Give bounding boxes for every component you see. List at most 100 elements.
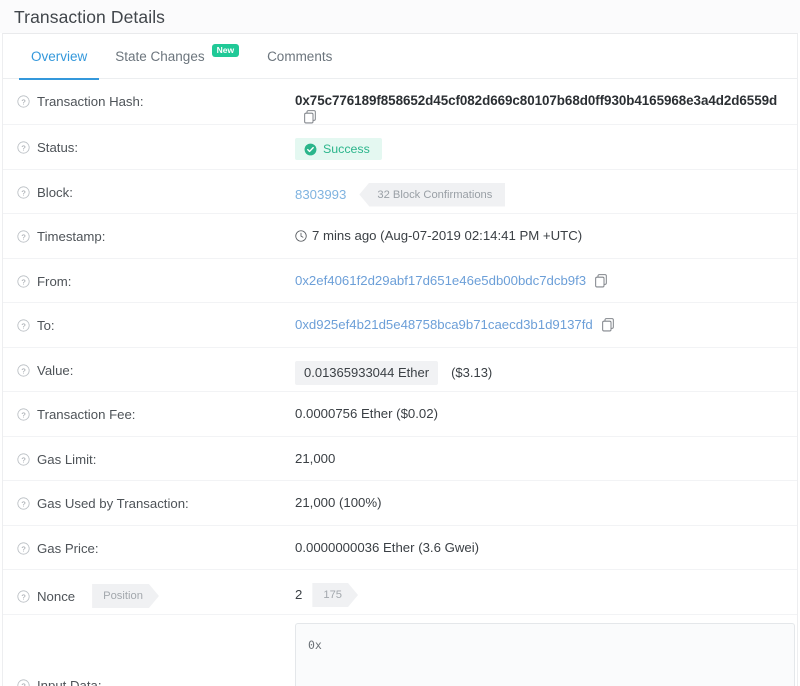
transaction-card: Overview State Changes New Comments ? Tr… bbox=[2, 33, 798, 686]
from-address-link[interactable]: 0x2ef4061f2d29abf17d651e46e5db00bdc7dcb9… bbox=[295, 272, 586, 290]
row-gas-used-value-group: 21,000 (100%) bbox=[295, 481, 797, 512]
block-number-link[interactable]: 8303993 bbox=[295, 186, 346, 204]
row-timestamp: ? Timestamp: 7 mins ago (Aug-07-2019 02:… bbox=[3, 214, 797, 259]
row-value: ? Value: 0.01365933044 Ether ($3.13) bbox=[3, 348, 797, 392]
tab-state-changes[interactable]: State Changes New bbox=[101, 34, 253, 79]
svg-text:?: ? bbox=[21, 232, 25, 241]
row-transaction-hash-value-group: 0x75c776189f858652d45cf082d669c80107b68d… bbox=[295, 79, 797, 124]
row-timestamp-value-group: 7 mins ago (Aug-07-2019 02:14:41 PM +UTC… bbox=[295, 214, 797, 245]
to-address-link[interactable]: 0xd925ef4b21d5e48758bca9b71caecd3b1d9137… bbox=[295, 316, 593, 334]
row-transaction-fee: ? Transaction Fee: 0.0000756 Ether ($0.0… bbox=[3, 392, 797, 437]
question-circle-icon[interactable]: ? bbox=[17, 497, 30, 510]
svg-text:?: ? bbox=[21, 455, 25, 464]
svg-text:?: ? bbox=[21, 321, 25, 330]
row-value-label-group: ? Value: bbox=[17, 348, 295, 379]
row-transaction-hash-label: Transaction Hash: bbox=[37, 94, 144, 109]
gas-used-value: 21,000 (100%) bbox=[295, 495, 382, 510]
svg-text:?: ? bbox=[21, 681, 25, 686]
question-circle-icon[interactable]: ? bbox=[17, 141, 30, 154]
svg-text:?: ? bbox=[21, 592, 25, 601]
question-circle-icon[interactable]: ? bbox=[17, 408, 30, 421]
check-circle-icon bbox=[304, 143, 317, 156]
nonce-position-badge: Position bbox=[92, 584, 159, 608]
svg-text:?: ? bbox=[21, 143, 25, 152]
row-gas-used-label: Gas Used by Transaction: bbox=[37, 496, 189, 511]
input-data-textarea[interactable]: 0x bbox=[295, 622, 795, 686]
page-title: Transaction Details bbox=[14, 7, 166, 27]
svg-text:?: ? bbox=[21, 499, 25, 508]
value-ether-chip: 0.01365933044 Ether bbox=[295, 360, 439, 385]
svg-text:?: ? bbox=[21, 188, 25, 197]
question-circle-icon[interactable]: ? bbox=[17, 185, 30, 199]
status-badge: Success bbox=[295, 138, 382, 160]
row-timestamp-label: Timestamp: bbox=[37, 229, 106, 244]
tab-overview[interactable]: Overview bbox=[17, 34, 101, 80]
page-header: Transaction Details bbox=[0, 0, 800, 33]
row-input-data-label: Input Data: bbox=[37, 678, 102, 686]
question-circle-icon[interactable]: ? bbox=[17, 679, 30, 686]
row-nonce-label-group: ? Nonce Position bbox=[17, 570, 295, 608]
row-transaction-hash: ? Transaction Hash: 0x75c776189f858652d4… bbox=[3, 79, 797, 125]
row-status-label-group: ? Status: bbox=[17, 125, 295, 156]
row-transaction-fee-value-group: 0.0000756 Ether ($0.02) bbox=[295, 392, 797, 423]
new-badge: New bbox=[211, 43, 240, 57]
nonce-value: 2 bbox=[295, 587, 303, 602]
tab-comments[interactable]: Comments bbox=[253, 34, 346, 79]
row-input-data-value-group: 0x bbox=[295, 615, 797, 686]
question-circle-icon[interactable]: ? bbox=[17, 319, 30, 332]
question-circle-icon[interactable]: ? bbox=[17, 274, 30, 288]
row-gas-price-label: Gas Price: bbox=[37, 540, 99, 556]
question-circle-icon[interactable]: ? bbox=[17, 363, 30, 377]
row-from: ? From: 0x2ef4061f2d29abf17d651e46e5db00… bbox=[3, 259, 797, 303]
question-circle-icon[interactable]: ? bbox=[17, 95, 30, 108]
question-circle-icon[interactable]: ? bbox=[17, 452, 30, 466]
question-circle-icon[interactable]: ? bbox=[17, 541, 30, 555]
row-gas-limit-label-group: ? Gas Limit: bbox=[17, 437, 295, 468]
question-circle-icon[interactable]: ? bbox=[17, 589, 30, 603]
tab-bar: Overview State Changes New Comments bbox=[3, 34, 797, 80]
svg-text:?: ? bbox=[21, 544, 25, 553]
gas-price-value: 0.0000000036 Ether (3.6 Gwei) bbox=[295, 539, 480, 555]
gas-limit-value: 21,000 bbox=[295, 450, 336, 466]
row-from-label: From: bbox=[37, 273, 72, 289]
transaction-hash-value: 0x75c776189f858652d45cf082d669c80107b68d… bbox=[295, 93, 778, 108]
row-transaction-fee-label-group: ? Transaction Fee: bbox=[17, 392, 295, 423]
row-input-data-label-group: ? Input Data: bbox=[17, 615, 295, 686]
row-gas-price: ? Gas Price: 0.0000000036 Ether (3.6 Gwe… bbox=[3, 526, 797, 570]
svg-text:?: ? bbox=[21, 277, 25, 286]
copy-icon[interactable] bbox=[304, 110, 317, 124]
clock-icon bbox=[295, 230, 307, 242]
tab-comments-label: Comments bbox=[267, 48, 333, 64]
value-fiat: ($3.13) bbox=[451, 364, 493, 380]
row-gas-used: ? Gas Used by Transaction: 21,000 (100%) bbox=[3, 481, 797, 526]
row-to-value-group: 0xd925ef4b21d5e48758bca9b71caecd3b1d9137… bbox=[295, 303, 797, 334]
row-nonce-value-group: 2 175 bbox=[295, 570, 797, 607]
row-gas-limit: ? Gas Limit: 21,000 bbox=[3, 437, 797, 481]
status-badge-label: Success bbox=[323, 142, 370, 156]
nonce-position-value-badge: 175 bbox=[312, 583, 358, 607]
row-to-label: To: bbox=[37, 318, 55, 333]
svg-text:?: ? bbox=[21, 97, 25, 106]
detail-rows: ? Transaction Hash: 0x75c776189f858652d4… bbox=[3, 79, 797, 686]
row-from-label-group: ? From: bbox=[17, 259, 295, 290]
row-timestamp-label-group: ? Timestamp: bbox=[17, 214, 295, 245]
row-status: ? Status: Success bbox=[3, 125, 797, 170]
row-block-value-group: 8303993 32 Block Confirmations bbox=[295, 170, 797, 207]
svg-text:?: ? bbox=[21, 410, 25, 419]
block-confirmations-badge: 32 Block Confirmations bbox=[359, 182, 506, 207]
row-value-value-group: 0.01365933044 Ether ($3.13) bbox=[295, 348, 797, 385]
copy-icon[interactable] bbox=[595, 273, 608, 288]
row-value-label: Value: bbox=[37, 362, 74, 378]
question-circle-icon[interactable]: ? bbox=[17, 230, 30, 243]
transaction-fee-value: 0.0000756 Ether ($0.02) bbox=[295, 406, 438, 421]
timestamp-value: 7 mins ago (Aug-07-2019 02:14:41 PM +UTC… bbox=[312, 228, 583, 243]
row-nonce: ? Nonce Position 2 175 bbox=[3, 570, 797, 615]
row-nonce-label: Nonce bbox=[37, 588, 76, 604]
copy-icon[interactable] bbox=[601, 318, 615, 332]
row-block-label-group: ? Block: bbox=[17, 170, 295, 201]
tab-overview-label: Overview bbox=[31, 48, 88, 64]
row-gas-price-value-group: 0.0000000036 Ether (3.6 Gwei) bbox=[295, 526, 797, 557]
row-gas-limit-value-group: 21,000 bbox=[295, 437, 797, 468]
row-gas-limit-label: Gas Limit: bbox=[37, 451, 97, 467]
row-block: ? Block: 8303993 32 Block Confirmations bbox=[3, 170, 797, 214]
